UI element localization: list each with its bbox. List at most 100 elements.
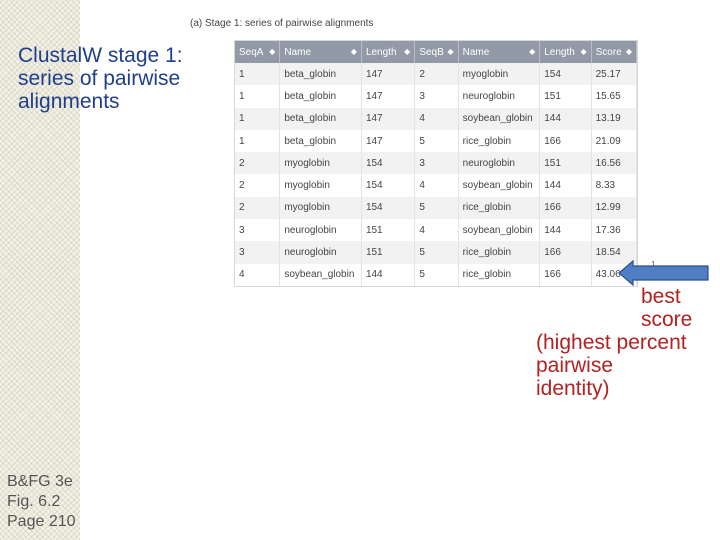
score-cell: 15.65 — [591, 85, 638, 108]
column-header-score[interactable]: Score ◆ — [591, 41, 638, 63]
length-a-cell: 147 — [361, 129, 416, 153]
column-header-name-a[interactable]: Name ◆ — [279, 41, 362, 63]
name-b-cell: rice_globin — [458, 241, 541, 264]
pairwise-alignment-table: SeqA ◆ Name ◆ Length ◆ SeqB ◆ Name ◆ Length ◆ … — [234, 40, 638, 287]
seqb-cell: 5 — [414, 129, 459, 153]
sort-icon[interactable]: ◆ — [447, 47, 453, 56]
length-a-cell: 154 — [361, 174, 416, 197]
length-a-cell: 144 — [361, 263, 416, 286]
column-label: SeqA — [239, 46, 264, 58]
score-cell: 25.17 — [591, 63, 638, 86]
seqb-cell: 2 — [414, 63, 459, 86]
figure-caption: (a) Stage 1: series of pairwise alignmen… — [190, 18, 374, 29]
source-reference: B&FG 3e Fig. 6.2 Page 210 — [7, 472, 76, 532]
table-row[interactable]: 3 neuroglobin 151 4 soybean_globin 144 17.36 — [235, 219, 638, 242]
score-cell: 17.36 — [591, 219, 638, 242]
column-label: Length — [365, 46, 397, 58]
annotation-line: identity) — [536, 377, 610, 400]
slide-title: ClustalW stage 1: series of pairwise ali… — [18, 44, 183, 113]
table-row[interactable]: 1 beta_globin 147 4 soybean_globin 144 13.19 — [235, 107, 638, 130]
seqa-cell: 1 — [235, 129, 281, 153]
length-b-cell: 144 — [539, 107, 592, 130]
length-a-cell: 151 — [361, 241, 416, 264]
table-row[interactable]: 2 myoglobin 154 4 soybean_globin 144 8.33 — [235, 174, 638, 197]
sort-icon[interactable]: ◆ — [626, 47, 632, 56]
sort-icon[interactable]: ◆ — [580, 47, 586, 56]
length-b-cell: 154 — [539, 63, 592, 86]
name-b-cell: soybean_globin — [458, 174, 541, 197]
annotation-line: score — [641, 308, 693, 331]
name-a-cell: beta_globin — [279, 85, 362, 108]
length-a-cell: 154 — [361, 152, 416, 175]
seqa-cell: 1 — [235, 63, 281, 86]
name-b-cell: rice_globin — [458, 263, 541, 286]
seqb-cell: 5 — [414, 241, 459, 264]
score-cell: 13.19 — [591, 107, 638, 130]
table-row[interactable]: 1 beta_globin 147 5 rice_globin 166 21.09 — [235, 129, 638, 153]
table-row[interactable]: 4 soybean_globin 144 5 rice_globin 166 43.06 — [235, 263, 638, 286]
seqa-cell: 3 — [235, 241, 281, 264]
length-b-cell: 151 — [539, 152, 592, 175]
length-a-cell: 147 — [361, 85, 416, 108]
column-header-length-a[interactable]: Length ◆ — [361, 41, 416, 63]
length-b-cell: 166 — [539, 241, 592, 264]
length-b-cell: 166 — [539, 263, 592, 286]
name-b-cell: neuroglobin — [458, 152, 541, 175]
seqa-cell: 3 — [235, 219, 281, 242]
seqb-cell: 4 — [414, 219, 459, 242]
sort-icon[interactable]: ◆ — [351, 47, 357, 56]
column-label: SeqB — [419, 46, 444, 58]
length-a-cell: 147 — [361, 63, 416, 86]
column-label: Score — [595, 46, 622, 58]
seqa-cell: 2 — [235, 152, 281, 175]
name-b-cell: rice_globin — [458, 129, 541, 153]
column-header-seqb[interactable]: SeqB ◆ — [414, 41, 459, 63]
score-cell: 8.33 — [591, 174, 638, 197]
score-cell: 12.99 — [591, 196, 638, 220]
seqa-cell: 1 — [235, 85, 281, 108]
name-a-cell: beta_globin — [279, 63, 362, 86]
left-arrow-icon — [618, 260, 709, 286]
sort-icon[interactable]: ◆ — [269, 47, 275, 56]
seqa-cell: 2 — [235, 196, 281, 220]
annotation-line: pairwise — [536, 354, 614, 377]
name-a-cell: beta_globin — [279, 107, 362, 130]
column-header-length-b[interactable]: Length ◆ — [539, 41, 592, 63]
length-a-cell: 151 — [361, 219, 416, 242]
name-a-cell: myoglobin — [279, 152, 362, 175]
table-row[interactable]: 2 myoglobin 154 5 rice_globin 166 12.99 — [235, 196, 638, 220]
name-a-cell: neuroglobin — [279, 219, 362, 242]
column-header-seqa[interactable]: SeqA ◆ — [235, 41, 281, 63]
length-b-cell: 144 — [539, 174, 592, 197]
length-a-cell: 154 — [361, 196, 416, 220]
length-a-cell: 147 — [361, 107, 416, 130]
annotation-line: best — [641, 285, 681, 308]
name-b-cell: rice_globin — [458, 196, 541, 220]
best-score-annotation: best score (highest percent pairwise ide… — [536, 285, 716, 400]
table-row[interactable]: 1 beta_globin 147 3 neuroglobin 151 15.65 — [235, 85, 638, 108]
length-b-cell: 166 — [539, 129, 592, 153]
sort-icon[interactable]: ◆ — [404, 47, 410, 56]
source-page: Page 210 — [7, 513, 76, 530]
seqa-cell: 4 — [235, 263, 281, 286]
name-b-cell: myoglobin — [458, 63, 541, 86]
name-a-cell: myoglobin — [279, 196, 362, 220]
seqa-cell: 2 — [235, 174, 281, 197]
seqb-cell: 3 — [414, 85, 459, 108]
length-b-cell: 144 — [539, 219, 592, 242]
name-a-cell: myoglobin — [279, 174, 362, 197]
length-b-cell: 151 — [539, 85, 592, 108]
seqb-cell: 3 — [414, 152, 459, 175]
table-row[interactable]: 3 neuroglobin 151 5 rice_globin 166 18.54 — [235, 241, 638, 264]
column-label: Length — [544, 46, 575, 58]
seqb-cell: 4 — [414, 107, 459, 130]
table-row[interactable]: 1 beta_globin 147 2 myoglobin 154 25.17 — [235, 63, 638, 86]
column-header-name-b[interactable]: Name ◆ — [458, 41, 541, 63]
table-row[interactable]: 2 myoglobin 154 3 neuroglobin 151 16.56 — [235, 152, 638, 175]
sort-icon[interactable]: ◆ — [529, 47, 535, 56]
name-a-cell: beta_globin — [279, 129, 362, 153]
name-a-cell: neuroglobin — [279, 241, 362, 264]
column-label: Name — [462, 46, 490, 58]
table-body: 1 beta_globin 147 2 myoglobin 154 25.17 1 beta_g… — [235, 63, 638, 286]
name-b-cell: soybean_globin — [458, 107, 541, 130]
